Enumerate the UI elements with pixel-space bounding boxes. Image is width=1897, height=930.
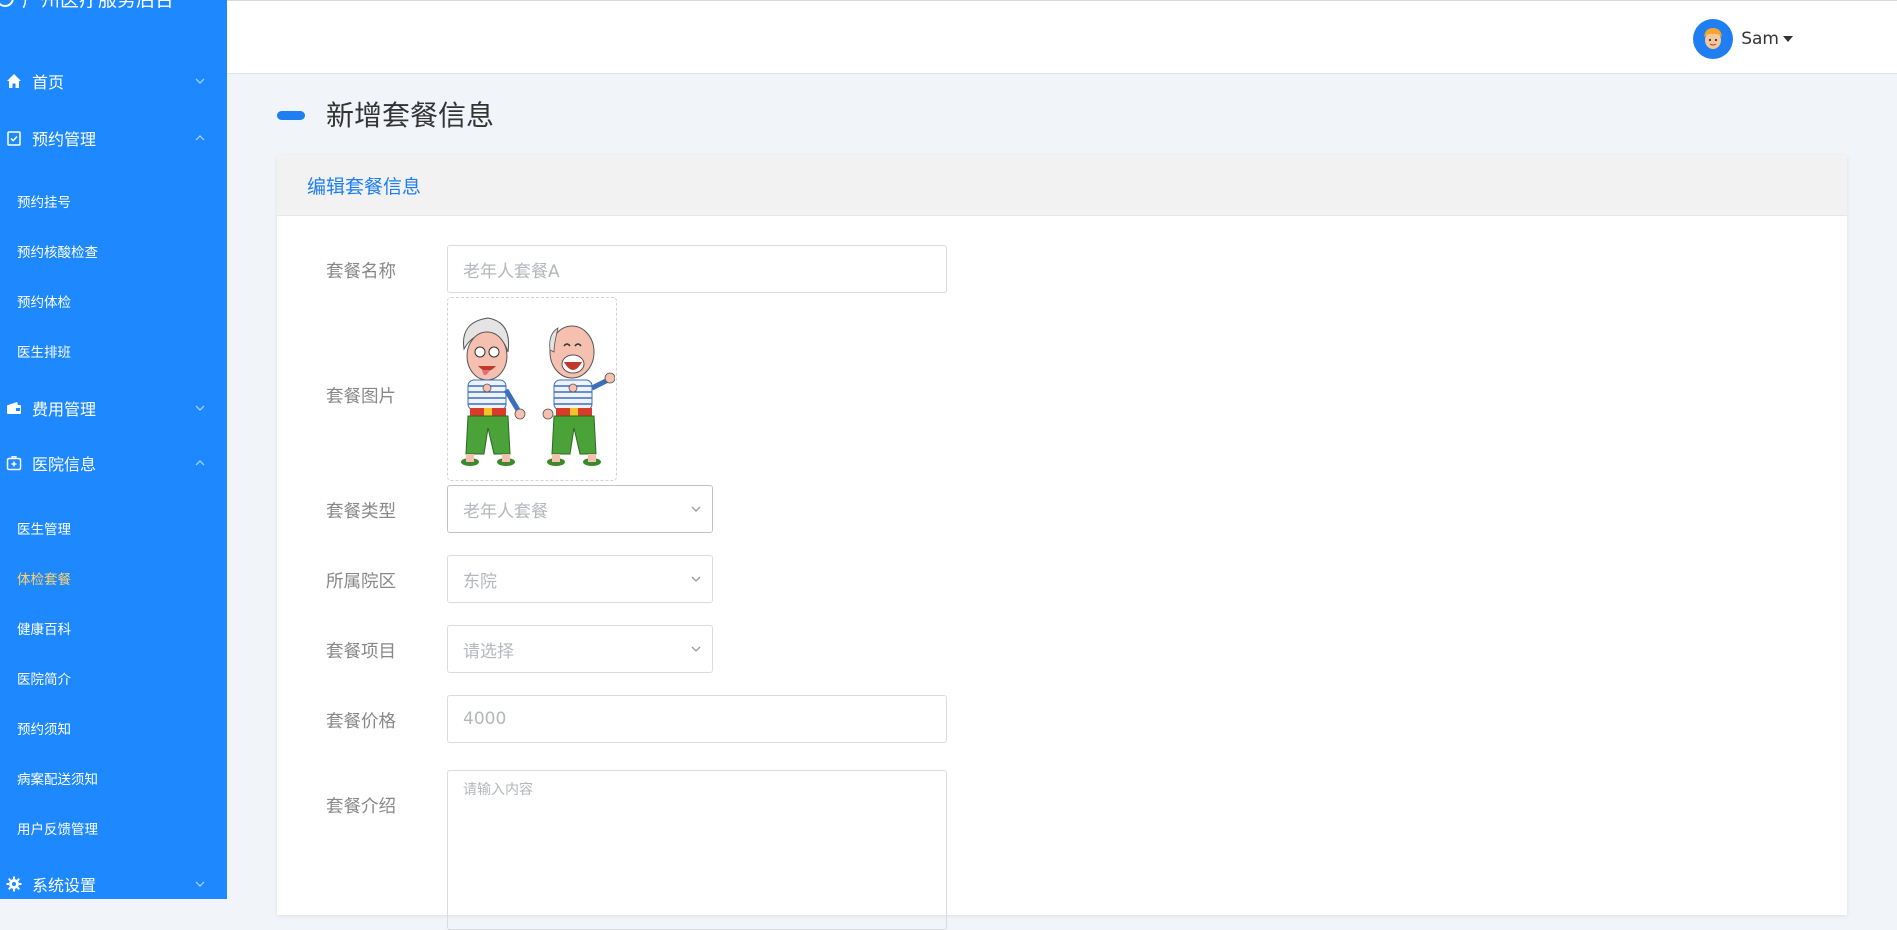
logo-icon: [0, 0, 14, 7]
sidebar-item-settings[interactable]: 系统设置: [0, 867, 227, 899]
sidebar-sub-nucleic-test[interactable]: 预约核酸检查: [17, 241, 98, 265]
items-label: 套餐项目: [326, 642, 396, 662]
package-items-select[interactable]: 请选择: [447, 625, 713, 673]
sidebar-sub-checkup[interactable]: 预约体检: [17, 291, 71, 315]
sidebar-item-label: 预约管理: [32, 130, 97, 149]
wallet-icon: [5, 399, 23, 417]
name-label: 套餐名称: [326, 262, 396, 282]
chevron-down-icon: [195, 78, 205, 84]
package-price-input[interactable]: 4000: [447, 695, 947, 743]
sidebar-item-appointments[interactable]: 预约管理: [0, 121, 227, 155]
user-menu[interactable]: Sam: [1693, 19, 1793, 59]
chevron-down-icon: [691, 646, 701, 652]
clipboard-check-icon: [5, 129, 23, 147]
chevron-down-icon: [195, 405, 205, 411]
username: Sam: [1741, 29, 1779, 49]
package-name-value: 老年人套餐A: [463, 261, 560, 282]
sidebar: 广州医疗服务后台 首页 预约管理 预约挂号 预约核酸检查 预约体检 医生排班 费…: [0, 0, 227, 899]
sidebar-sub-feedback[interactable]: 用户反馈管理: [17, 818, 98, 842]
title-accent-bar: [277, 111, 305, 120]
sidebar-item-label: 费用管理: [32, 400, 97, 419]
card-title: 编辑套餐信息: [307, 175, 422, 198]
package-type-value: 老年人套餐: [463, 501, 548, 522]
sidebar-sub-health-wiki[interactable]: 健康百科: [17, 618, 71, 642]
sidebar-sub-registration[interactable]: 预约挂号: [17, 191, 71, 215]
price-label: 套餐价格: [326, 712, 396, 732]
chevron-down-icon: [691, 506, 701, 512]
package-type-select[interactable]: 老年人套餐: [447, 485, 713, 533]
user-avatar-icon: [1704, 28, 1723, 49]
package-intro-textarea[interactable]: 请输入内容: [447, 770, 947, 930]
page-title: 新增套餐信息: [326, 99, 495, 132]
chevron-up-icon: [195, 135, 205, 141]
package-name-input[interactable]: 老年人套餐A: [447, 245, 947, 293]
chevron-down-icon: [195, 881, 205, 887]
sidebar-sub-doctor-schedule[interactable]: 医生排班: [17, 341, 71, 365]
type-label: 套餐类型: [326, 502, 396, 522]
sidebar-item-billing[interactable]: 费用管理: [0, 391, 227, 425]
package-image: [460, 317, 615, 466]
home-icon: [5, 72, 23, 90]
sidebar-sub-checkup-package[interactable]: 体检套餐: [17, 568, 71, 592]
sidebar-item-label: 首页: [32, 73, 65, 92]
package-intro-placeholder: 请输入内容: [463, 782, 533, 798]
medical-kit-icon: [5, 454, 23, 472]
caret-down-icon: [1783, 36, 1793, 42]
sidebar-item-hospital-info[interactable]: 医院信息: [0, 446, 227, 480]
package-items-placeholder: 请选择: [463, 641, 514, 662]
intro-label: 套餐介绍: [326, 797, 396, 817]
sidebar-sub-appointment-notice[interactable]: 预约须知: [17, 718, 71, 742]
sidebar-sub-hospital-intro[interactable]: 医院简介: [17, 668, 71, 692]
image-label: 套餐图片: [326, 387, 396, 407]
avatar: [1693, 19, 1734, 59]
area-label: 所属院区: [326, 572, 396, 592]
package-price-value: 4000: [463, 709, 507, 729]
card-header: 编辑套餐信息: [277, 155, 1847, 216]
brand: 广州医疗服务后台: [0, 0, 216, 12]
sidebar-item-home[interactable]: 首页: [0, 64, 227, 98]
hospital-area-select[interactable]: 东院: [447, 555, 713, 603]
sidebar-item-label: 医院信息: [32, 455, 97, 474]
gear-icon: [5, 875, 23, 893]
brand-title: 广州医疗服务后台: [22, 0, 174, 12]
image-upload[interactable]: [447, 297, 617, 481]
chevron-up-icon: [195, 460, 205, 466]
top-header: Sam: [227, 0, 1897, 74]
sidebar-sub-doctor-management[interactable]: 医生管理: [17, 518, 71, 542]
hospital-area-value: 东院: [463, 571, 497, 592]
chevron-down-icon: [691, 576, 701, 582]
sidebar-item-label: 系统设置: [32, 876, 97, 895]
edit-card: 编辑套餐信息 套餐名称 老年人套餐A 套餐图片 套餐类型 老年人套餐 所属院区 …: [277, 155, 1847, 930]
sidebar-sub-records-delivery[interactable]: 病案配送须知: [17, 768, 98, 792]
